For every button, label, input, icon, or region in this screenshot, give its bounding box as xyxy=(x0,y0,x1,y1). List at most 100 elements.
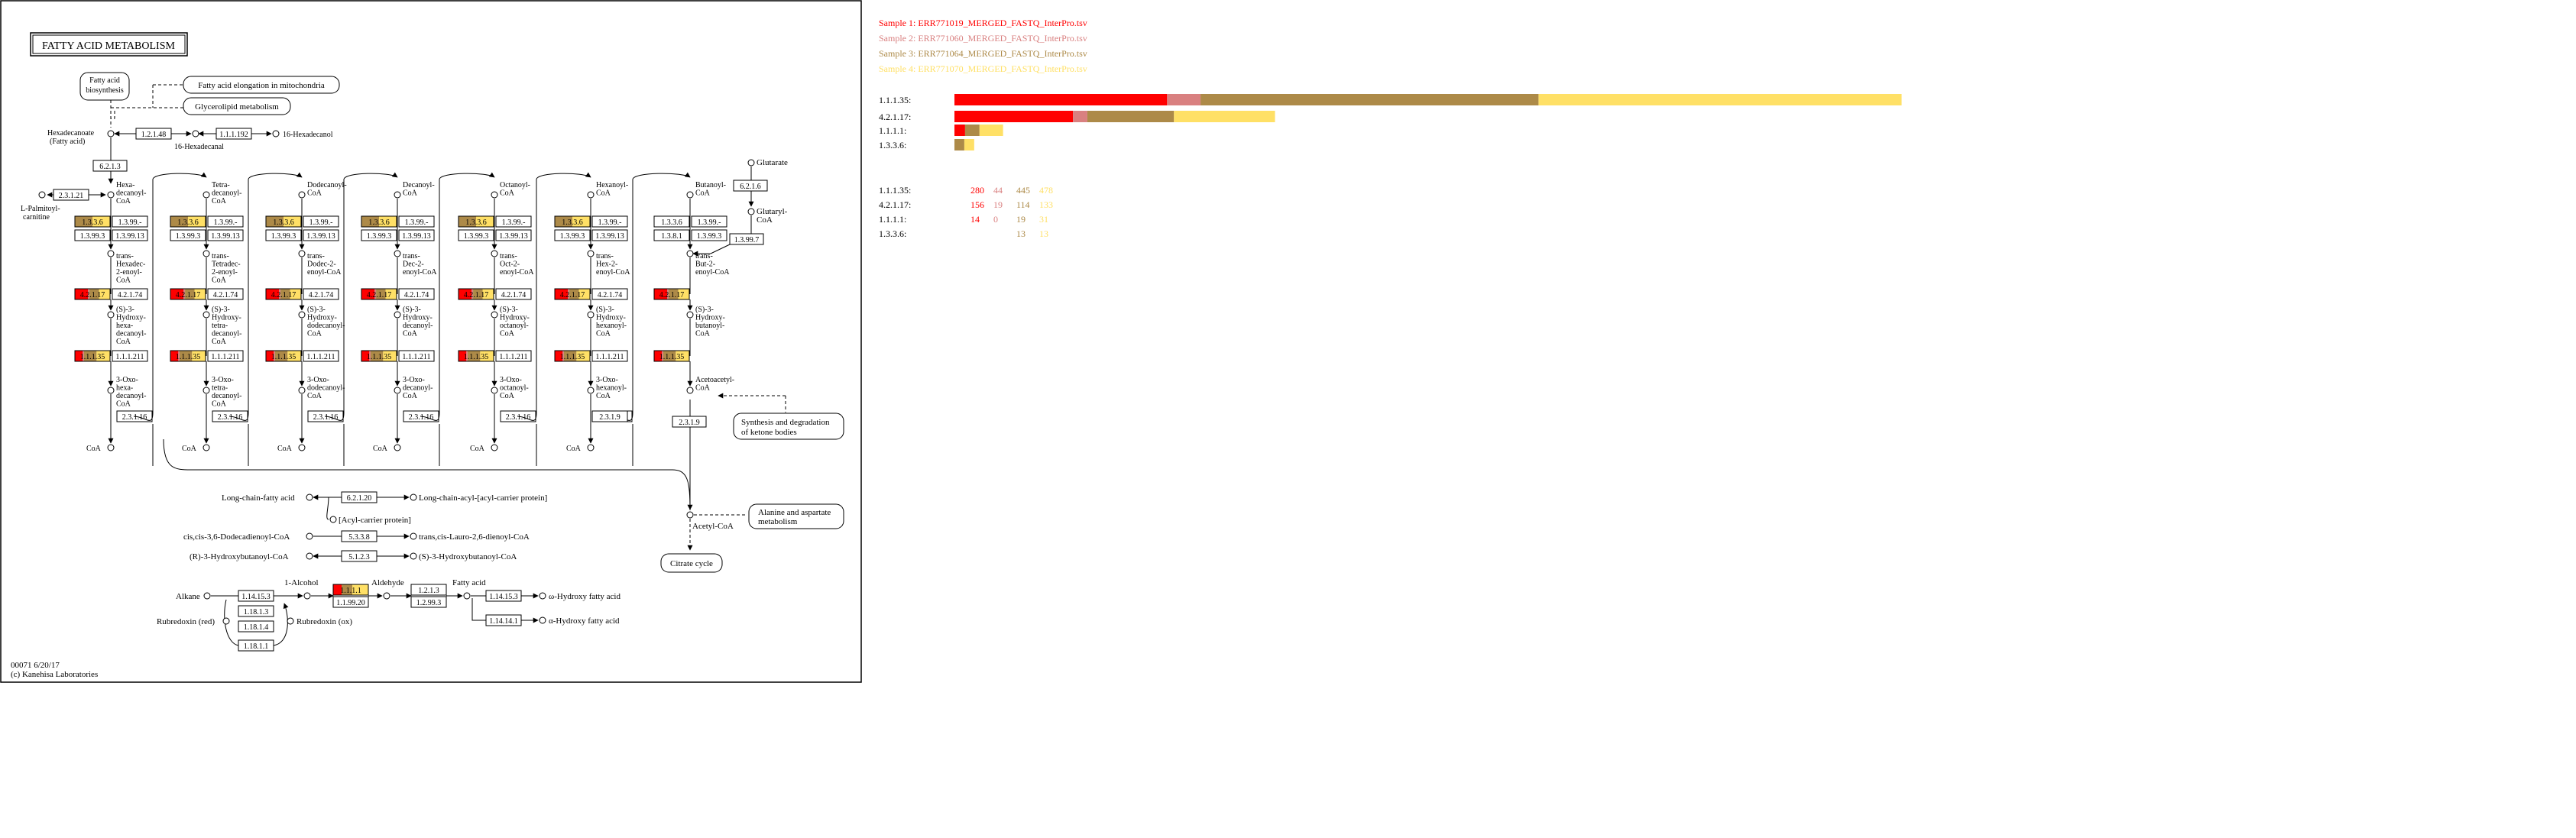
compound-hydroxy_tetradec[interactable] xyxy=(203,311,210,319)
compound-hydroxy_but[interactable] xyxy=(686,311,694,319)
compound-trans_hexadec-label-line1: Hexadec- xyxy=(116,260,145,269)
compound-1-alcohol[interactable] xyxy=(303,592,311,600)
compound-hydroxy_dodec[interactable] xyxy=(298,311,306,319)
compound-acetoacetyl[interactable] xyxy=(686,387,694,394)
svg-text:6.2.1.20: 6.2.1.20 xyxy=(347,494,372,503)
enzyme-1-3-3-6-c5[interactable]: 1.3.3.6 xyxy=(554,215,591,228)
compound-octanoyl-label: Octanoyl- xyxy=(500,181,530,189)
compound-acetoacetyl-label: Acetoacetyl- xyxy=(695,376,734,384)
enzyme-1-3-3-6-c2[interactable]: 1.3.3.6 xyxy=(265,215,302,228)
svg-text:Rubredoxin (ox): Rubredoxin (ox) xyxy=(296,617,352,626)
compound-hydroxy_but-label: (S)-3- xyxy=(695,306,714,314)
compound-butanoyl[interactable] xyxy=(686,191,694,199)
compound-oxo_oct[interactable] xyxy=(491,387,498,394)
compound-acetyl-coa[interactable] xyxy=(686,511,694,519)
compound-hydroxy_dec[interactable] xyxy=(394,311,401,319)
enzyme-4-2-1-17-c3[interactable]: 4.2.1.17 xyxy=(361,288,397,300)
compound-coa-c5[interactable] xyxy=(587,444,595,451)
compound-dodecanoyl[interactable] xyxy=(298,191,306,199)
compound-r3-hydroxybutanoyl[interactable] xyxy=(306,552,313,560)
enzyme-1-3-99-13-c4-label: 1.3.99.13 xyxy=(499,232,528,241)
enzyme-4-2-1-17-c6[interactable]: 4.2.1.17 xyxy=(653,288,690,300)
compound-trans_dodec[interactable] xyxy=(298,250,306,257)
compound-alkane[interactable] xyxy=(203,592,211,600)
enzyme-4-2-1-17-c0[interactable]: 4.2.1.17 xyxy=(74,288,111,300)
compound-rubredoxin-ox[interactable] xyxy=(287,617,294,625)
compound-oxo_tetradec[interactable] xyxy=(203,387,210,394)
compound-trans_but[interactable] xyxy=(686,250,694,257)
compound-hydroxy_hex-label: (S)-3- xyxy=(596,306,614,314)
enzyme-1-3-3-6-c3[interactable]: 1.3.3.6 xyxy=(361,215,397,228)
compound-trans_oct[interactable] xyxy=(491,250,498,257)
compound-long-chain-fa[interactable] xyxy=(306,493,313,501)
compound-trans_hexadec[interactable] xyxy=(107,250,115,257)
enzyme-4-2-1-17-c1[interactable]: 4.2.1.17 xyxy=(170,288,206,300)
compound-cis-dodecadienoyl[interactable] xyxy=(306,532,313,540)
compound-hexadecanoate[interactable] xyxy=(107,130,115,138)
enzyme-1-1-1-1[interactable]: 1.1.1.1 xyxy=(332,584,369,596)
enzyme-1-1-1-35-c4[interactable]: 1.1.1.35 xyxy=(458,350,494,362)
enzyme-1-3-99-3-c5-label: 1.3.99.3 xyxy=(560,232,585,241)
compound-hexanoyl[interactable] xyxy=(587,191,595,199)
enzyme-4-2-1-17-c2[interactable]: 4.2.1.17 xyxy=(265,288,302,300)
enzyme-4-2-1-17-c4[interactable]: 4.2.1.17 xyxy=(458,288,494,300)
compound-glutaryl-coa[interactable] xyxy=(747,208,755,215)
compound-decanoyl[interactable] xyxy=(394,191,401,199)
compound-coa-c1[interactable] xyxy=(203,444,210,451)
svg-text:1.14.15.3: 1.14.15.3 xyxy=(241,593,271,601)
count-4-series-3: 13 xyxy=(1016,228,1026,239)
compound-oxo_dodec[interactable] xyxy=(298,387,306,394)
enzyme-1-1-1-35-c0[interactable]: 1.1.1.35 xyxy=(74,350,111,362)
enzyme-1-1-1-35-c5[interactable]: 1.1.1.35 xyxy=(554,350,591,362)
compound-trans_hex[interactable] xyxy=(587,250,595,257)
compound-glutarate[interactable] xyxy=(747,159,755,167)
enzyme-1-1-1-35-c1[interactable]: 1.1.1.35 xyxy=(170,350,206,362)
enzyme-1-3-3-6-c1[interactable]: 1.3.3.6 xyxy=(170,215,206,228)
compound-hydroxy_hex[interactable] xyxy=(587,311,595,319)
compound-fatty-acid[interactable] xyxy=(463,592,471,600)
enzyme-1-1-1-35-c3[interactable]: 1.1.1.35 xyxy=(361,350,397,362)
enzyme-1-1-1-35-c2[interactable]: 1.1.1.35 xyxy=(265,350,302,362)
compound-alpha-hydroxy[interactable] xyxy=(539,616,546,624)
compound-hexadecanal[interactable] xyxy=(192,130,199,138)
compound-hydroxy_hexadec[interactable] xyxy=(107,311,115,319)
svg-text:(S)-3-Hydroxybutanoyl-CoA: (S)-3-Hydroxybutanoyl-CoA xyxy=(419,552,517,561)
compound-oxo_hexadec-label-line3: CoA xyxy=(116,400,131,409)
compound-coa-c0[interactable] xyxy=(107,444,115,451)
compound-coa-c3[interactable] xyxy=(394,444,401,451)
compound-palmitoyl-carnitine[interactable] xyxy=(38,191,46,199)
compound-oxo_hex[interactable] xyxy=(587,387,595,394)
svg-text:Long-chain-fatty acid: Long-chain-fatty acid xyxy=(222,493,295,503)
enzyme-1-3-99-3-c1-label: 1.3.99.3 xyxy=(176,232,201,241)
compound-acp[interactable] xyxy=(329,516,337,523)
compound-aldehyde[interactable] xyxy=(383,592,390,600)
compound-long-chain-acyl-acp[interactable] xyxy=(410,493,417,501)
compound-oxo_hex-label-line2: CoA xyxy=(596,392,611,400)
compound-trans-lauro[interactable] xyxy=(410,532,417,540)
compound-oxo_dec[interactable] xyxy=(394,387,401,394)
compound-coa-c2[interactable] xyxy=(298,444,306,451)
enzyme-1-3-3-6-c0[interactable]: 1.3.3.6 xyxy=(74,215,111,228)
compound-tetradecanoyl[interactable] xyxy=(203,191,210,199)
compound-hydroxy_oct[interactable] xyxy=(491,311,498,319)
compound-trans_tetradec[interactable] xyxy=(203,250,210,257)
compound-s3-hydroxybutanoyl[interactable] xyxy=(410,552,417,560)
compound-coa-c4[interactable] xyxy=(491,444,498,451)
compound-oxo_hexadec[interactable] xyxy=(107,387,115,394)
compound-omega-hydroxy[interactable] xyxy=(539,592,546,600)
enzyme-4-2-1-74-c5-label: 4.2.1.74 xyxy=(598,291,623,299)
compound-hexadecanol[interactable] xyxy=(272,130,280,138)
compound-tetradecanoyl-label-line1: decanoyl- xyxy=(212,189,241,198)
compound-trans_tetradec-label-line2: 2-enoyl- xyxy=(212,268,238,277)
enzyme-4-2-1-17-c5[interactable]: 4.2.1.17 xyxy=(554,288,591,300)
compound-rubredoxin-red[interactable] xyxy=(222,617,230,625)
enzyme-2-3-1-16-c2-label: 2.3.1.16 xyxy=(313,413,339,422)
compound-trans_dec[interactable] xyxy=(394,250,401,257)
compound-acetoacetyl-label-line1: CoA xyxy=(695,384,711,393)
enzyme-1-1-1-35-c6[interactable]: 1.1.1.35 xyxy=(653,350,690,362)
enzyme-1-3-3-6-c4[interactable]: 1.3.3.6 xyxy=(458,215,494,228)
compound-hydroxy_but-label-line3: CoA xyxy=(695,330,711,338)
compound-octanoyl[interactable] xyxy=(491,191,498,199)
bar-3-series-3 xyxy=(964,125,980,136)
compound-hexadecanoyl_coa[interactable] xyxy=(107,191,115,199)
